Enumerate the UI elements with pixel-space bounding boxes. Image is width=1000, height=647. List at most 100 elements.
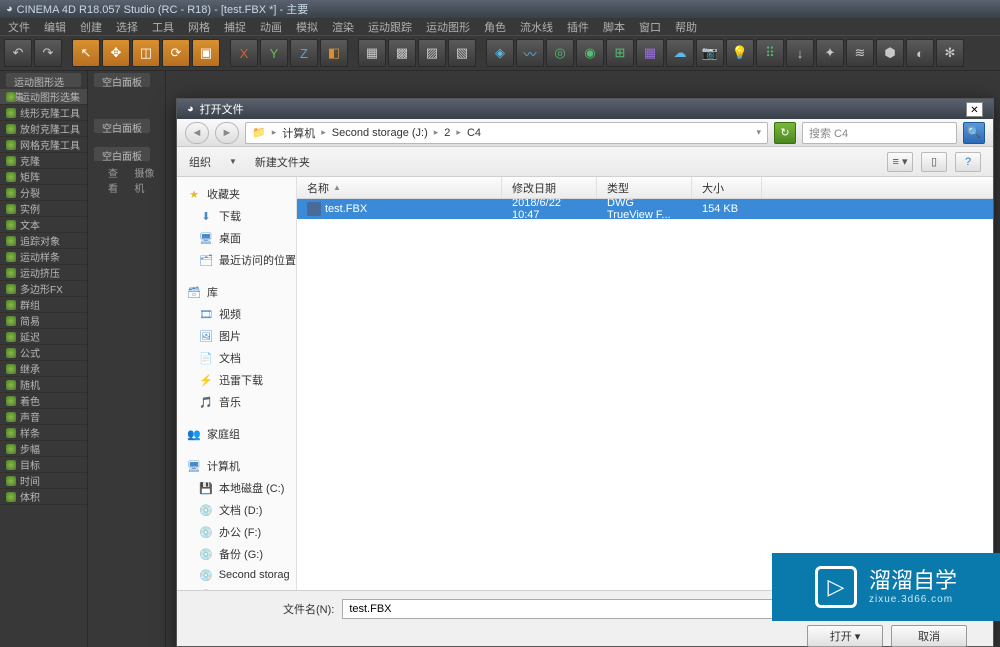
help-button[interactable]: ?	[955, 152, 981, 172]
menu-snap[interactable]: 捕捉	[224, 19, 246, 35]
recent-tool[interactable]: ▣	[192, 39, 220, 67]
sidebar-item[interactable]: 简易	[0, 313, 87, 329]
breadcrumb-item[interactable]: C4	[467, 127, 481, 139]
menu-file[interactable]: 文件	[8, 19, 30, 35]
x-axis-lock[interactable]: X	[230, 39, 258, 67]
tree-computer[interactable]: 计算机	[207, 458, 240, 474]
render-view-button[interactable]: ▦	[358, 39, 386, 67]
nav-back-button[interactable]: ◄	[185, 122, 209, 144]
tree-item[interactable]: 文档	[219, 350, 241, 366]
panel-tab-blank3[interactable]: 空白面板	[94, 147, 150, 161]
close-button[interactable]: ✕	[966, 102, 983, 117]
sidebar-item[interactable]: 延迟	[0, 329, 87, 345]
sidebar-item[interactable]: 步幅	[0, 441, 87, 457]
sidebar-item[interactable]: 公式	[0, 345, 87, 361]
tree-item[interactable]: Second storag	[219, 569, 290, 581]
sidebar-item[interactable]: 追踪对象	[0, 233, 87, 249]
render-region-button[interactable]: ▩	[388, 39, 416, 67]
column-type[interactable]: 类型	[597, 177, 692, 198]
menu-mograph[interactable]: 运动图形	[426, 19, 470, 35]
viewport-tab-camera[interactable]: 摄像机	[134, 165, 159, 179]
sidebar-item[interactable]: 网格克隆工具	[0, 137, 87, 153]
panel-tab-main[interactable]: 运动图形选集	[6, 73, 81, 87]
sidebar-item[interactable]: 目标	[0, 457, 87, 473]
tree-item[interactable]: 本地磁盘 (C:)	[219, 480, 284, 496]
tree-item[interactable]: 图片	[219, 328, 241, 344]
scale-tool[interactable]: ◫	[132, 39, 160, 67]
sidebar-item[interactable]: 运动挤压	[0, 265, 87, 281]
deformer-button[interactable]: ▦	[636, 39, 664, 67]
spline-button[interactable]: 〰	[516, 39, 544, 67]
menu-help[interactable]: 帮助	[675, 19, 697, 35]
undo-button[interactable]: ↶	[4, 39, 32, 67]
sidebar-item[interactable]: 群组	[0, 297, 87, 313]
menu-mesh[interactable]: 网格	[188, 19, 210, 35]
sidebar-item[interactable]: 继承	[0, 361, 87, 377]
sidebar-item[interactable]: 体积	[0, 489, 87, 505]
tree-item[interactable]: 备份 (G:)	[219, 546, 263, 562]
menu-tools[interactable]: 工具	[152, 19, 174, 35]
environment-button[interactable]: ☁	[666, 39, 694, 67]
panel-tab-blank2[interactable]: 空白面板	[94, 119, 150, 133]
tree-library[interactable]: 库	[207, 284, 218, 300]
z-axis-lock[interactable]: Z	[290, 39, 318, 67]
nav-tree[interactable]: ★收藏夹 ⬇下载 🖥桌面 🗂最近访问的位置 🗃库 🎞视频 🖼图片 📄文档 ⚡迅雷…	[177, 177, 297, 590]
menu-render[interactable]: 渲染	[332, 19, 354, 35]
breadcrumb-item[interactable]: Second storage (J:)	[332, 127, 428, 139]
nav-forward-button[interactable]: ►	[215, 122, 239, 144]
sculpt-button[interactable]: ◐	[906, 39, 934, 67]
tree-homegroup[interactable]: 家庭组	[207, 426, 240, 442]
breadcrumb[interactable]: 📁 ▸ 计算机 ▸ Second storage (J:) ▸ 2 ▸ C4 ▾	[245, 122, 768, 144]
column-date[interactable]: 修改日期	[502, 177, 597, 198]
organize-menu[interactable]: 组织	[189, 154, 211, 170]
subdiv-button[interactable]: ◉	[576, 39, 604, 67]
y-axis-lock[interactable]: Y	[260, 39, 288, 67]
file-list[interactable]: test.FBX 2018/6/22 10:47 DWG TrueView F.…	[297, 199, 993, 590]
dynamics-button[interactable]: ⬢	[876, 39, 904, 67]
search-input[interactable]: 搜索 C4	[802, 122, 957, 144]
menu-simulate[interactable]: 模拟	[296, 19, 318, 35]
menu-create[interactable]: 创建	[80, 19, 102, 35]
menu-pipeline[interactable]: 流水线	[520, 19, 553, 35]
select-tool[interactable]: ↖	[72, 39, 100, 67]
search-button[interactable]: 🔍	[963, 122, 985, 144]
tree-item[interactable]: 文档 (D:)	[219, 502, 262, 518]
tree-item[interactable]: 下载	[219, 208, 241, 224]
tree-item[interactable]: 最近访问的位置	[219, 252, 296, 268]
render-settings-button[interactable]: ▧	[448, 39, 476, 67]
hair-button[interactable]: ≋	[846, 39, 874, 67]
tree-item[interactable]: 音乐	[219, 394, 241, 410]
redo-button[interactable]: ↷	[34, 39, 62, 67]
sidebar-item[interactable]: 时间	[0, 473, 87, 489]
array-button[interactable]: ⊞	[606, 39, 634, 67]
sidebar-item[interactable]: 声音	[0, 409, 87, 425]
camera-button[interactable]: 📷	[696, 39, 724, 67]
view-mode-button[interactable]: ≡ ▾	[887, 152, 913, 172]
preview-pane-button[interactable]: ▯	[921, 152, 947, 172]
sidebar-item[interactable]: 着色	[0, 393, 87, 409]
sidebar-item[interactable]: 放射克隆工具	[0, 121, 87, 137]
column-name[interactable]: 名称▲	[297, 177, 502, 198]
sidebar-item[interactable]: 分裂	[0, 185, 87, 201]
sidebar-item[interactable]: 实例	[0, 201, 87, 217]
sidebar-item[interactable]: 多边形FX	[0, 281, 87, 297]
mograph-button[interactable]: ⠿	[756, 39, 784, 67]
tree-item[interactable]: 桌面	[219, 230, 241, 246]
tree-item[interactable]: 视频	[219, 306, 241, 322]
sidebar-item[interactable]: 克隆	[0, 153, 87, 169]
sidebar-item[interactable]: 随机	[0, 377, 87, 393]
menu-animate[interactable]: 动画	[260, 19, 282, 35]
open-button[interactable]: 打开 ▾	[807, 625, 883, 647]
tag-button[interactable]: ↓	[786, 39, 814, 67]
menu-tracker[interactable]: 运动跟踪	[368, 19, 412, 35]
light-button[interactable]: 💡	[726, 39, 754, 67]
move-tool[interactable]: ✥	[102, 39, 130, 67]
sidebar-item[interactable]: 矩阵	[0, 169, 87, 185]
panel-tab-blank1[interactable]: 空白面板	[94, 73, 150, 87]
breadcrumb-item[interactable]: 2	[444, 127, 450, 139]
breadcrumb-item[interactable]: 计算机	[282, 125, 315, 141]
refresh-button[interactable]: ↻	[774, 122, 796, 144]
cancel-button[interactable]: 取消	[891, 625, 967, 647]
sidebar-item[interactable]: 运动样条	[0, 249, 87, 265]
menu-edit[interactable]: 编辑	[44, 19, 66, 35]
